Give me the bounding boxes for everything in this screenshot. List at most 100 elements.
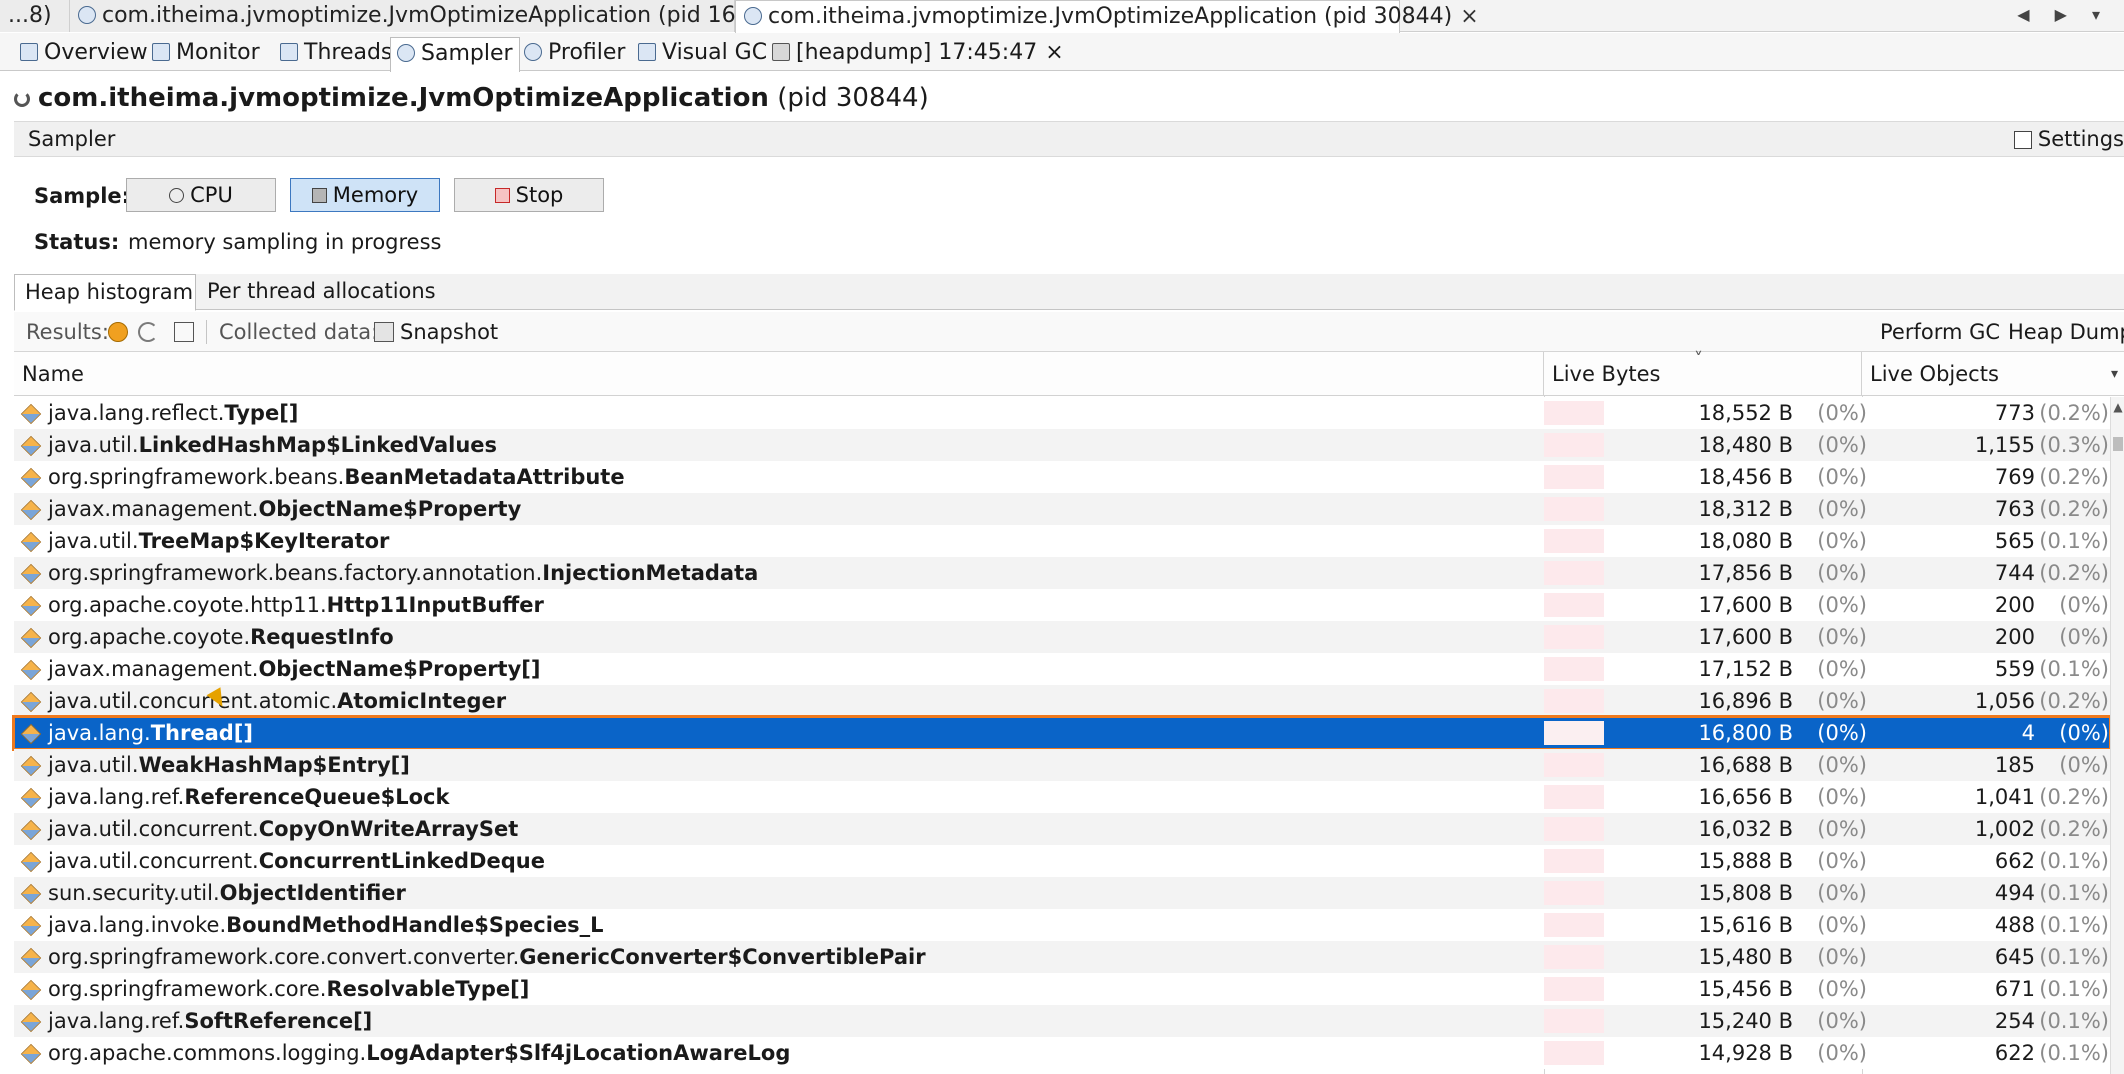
- tab-threads[interactable]: Threads: [274, 37, 398, 71]
- live-objects-cell: 773: [1994, 401, 2035, 425]
- app-icon: [744, 7, 762, 25]
- live-objects-percent: (0.1%): [2039, 529, 2109, 553]
- tab-heapdump[interactable]: [heapdump] 17:45:47 ×: [766, 37, 1070, 71]
- visual-gc-icon: [638, 43, 656, 61]
- class-name-cell: org.springframework.core.convert.convert…: [14, 941, 1544, 973]
- live-objects-cell: 1,155: [1974, 433, 2035, 457]
- close-icon[interactable]: ×: [1460, 4, 1478, 29]
- class-name: ReferenceQueue$Lock: [184, 785, 450, 809]
- refresh-icon[interactable]: [138, 322, 158, 342]
- live-bytes-percent: (0%): [1817, 433, 1867, 457]
- class-name-cell: java.lang.reflect.Type[]: [14, 397, 1544, 429]
- table-row[interactable]: org.apache.coyote.RequestInfo 17,600 B (0%…: [14, 621, 2110, 653]
- table-row[interactable]: java.util.TreeMap$KeyIterator 18,080 B (0%…: [14, 525, 2110, 557]
- settings-checkbox[interactable]: [2013, 131, 2032, 149]
- live-objects-percent: (0.1%): [2039, 657, 2109, 681]
- live-bytes-percent: (0%): [1817, 945, 1867, 969]
- window-tab-0[interactable]: ...8): [0, 0, 70, 32]
- class-icon: [20, 627, 42, 649]
- window-tab-1[interactable]: com.itheima.jvmoptimize.JvmOptimizeAppli…: [70, 0, 813, 32]
- table-row[interactable]: org.springframework.core.ResolvableType[…: [14, 973, 2110, 1005]
- heap-dump-button[interactable]: Heap Dump: [2008, 312, 2124, 352]
- live-bytes-bar: [1544, 881, 1604, 905]
- tab-monitor[interactable]: Monitor: [146, 37, 266, 71]
- table-row[interactable]: javax.management.ObjectName$Property[] 17…: [14, 653, 2110, 685]
- snapshot-button[interactable]: Snapshot: [400, 312, 498, 352]
- tab-visual-gc[interactable]: Visual GC: [632, 37, 773, 71]
- results-toolbar: Results: Collected data: Snapshot Perfor…: [14, 312, 2124, 352]
- tab-per-thread-allocations[interactable]: Per thread allocations: [197, 274, 446, 310]
- tab-scroll-arrows[interactable]: ◀ ▶ ▾: [2017, 0, 2110, 30]
- scroll-up-icon[interactable]: ▲: [2111, 397, 2124, 417]
- live-objects-cell: 662: [1994, 849, 2035, 873]
- table-row[interactable]: java.lang.ref.SoftReference[] 15,240 B (0%…: [14, 1005, 2110, 1037]
- table-row[interactable]: org.apache.coyote.http11.Http11InputBuff…: [14, 589, 2110, 621]
- live-objects-cell: 254: [1994, 1009, 2035, 1033]
- cpu-button[interactable]: CPU: [126, 178, 276, 212]
- vertical-scrollbar[interactable]: ▲: [2110, 397, 2124, 1074]
- window-tab-2[interactable]: com.itheima.jvmoptimize.JvmOptimizeAppli…: [735, 0, 1479, 33]
- package-name: java.lang.reflect.: [48, 401, 225, 425]
- live-bytes-cell: 17,600 B: [1698, 593, 1793, 617]
- column-header-live-objects[interactable]: Live Objects ▾: [1862, 352, 2124, 396]
- table-row[interactable]: java.util.concurrent.atomic.AtomicIntege…: [14, 685, 2110, 717]
- table-row[interactable]: javax.management.ObjectName$Property 18,3…: [14, 493, 2110, 525]
- class-icon: [20, 979, 42, 1001]
- tab-label: Overview: [44, 40, 148, 65]
- delta-icon[interactable]: [174, 322, 194, 342]
- live-objects-percent: (0.2%): [2039, 401, 2109, 425]
- memory-button[interactable]: Memory: [290, 178, 440, 212]
- table-row[interactable]: org.apache.commons.logging.LogAdapter$Sl…: [14, 1037, 2110, 1069]
- tab-sampler[interactable]: Sampler: [390, 37, 520, 72]
- live-objects-percent: (0%): [2059, 753, 2109, 777]
- scroll-thumb[interactable]: [2113, 437, 2123, 451]
- live-bytes-bar: [1544, 433, 1604, 457]
- column-header-name[interactable]: Name: [14, 352, 1544, 396]
- live-bytes-cell: 15,480 B: [1698, 945, 1793, 969]
- live-objects-cell: 645: [1994, 945, 2035, 969]
- tab-overview[interactable]: Overview: [14, 37, 154, 71]
- table-row[interactable]: org.springframework.beans.factory.annota…: [14, 557, 2110, 589]
- package-name: java.util.concurrent.atomic.: [48, 689, 338, 713]
- table-row[interactable]: org.springframework.core.convert.convert…: [14, 941, 2110, 973]
- live-objects-percent: (0%): [2059, 721, 2109, 745]
- stop-icon: [494, 188, 510, 203]
- class-name-cell: java.util.concurrent.atomic.AtomicIntege…: [14, 685, 1544, 717]
- class-name-cell: java.util.concurrent.ConcurrentLinkedDeq…: [14, 845, 1544, 877]
- table-row[interactable]: java.util.concurrent.ConcurrentLinkedDeq…: [14, 845, 2110, 877]
- tab-label: Per thread allocations: [207, 279, 436, 303]
- live-objects-percent: (0.1%): [2039, 1041, 2109, 1065]
- perform-gc-button[interactable]: Perform GC: [1880, 312, 2000, 352]
- table-row[interactable]: java.lang.Thread[] 16,800 B (0%) 4 (0%): [12, 715, 2112, 751]
- table-row[interactable]: java.lang.invoke.BoundMethodHandle$Speci…: [14, 909, 2110, 941]
- sort-descending-icon: ˅: [1694, 349, 1703, 370]
- column-header-live-bytes[interactable]: Live Bytes ˅: [1544, 349, 1862, 396]
- table-row[interactable]: java.util.concurrent.CopyOnWriteArraySet…: [14, 813, 2110, 845]
- close-icon[interactable]: ×: [1045, 40, 1063, 65]
- histogram-table: java.lang.reflect.Type[] 18,552 B (0%) 773(…: [12, 397, 2112, 1069]
- settings-toggle[interactable]: Settings: [2013, 122, 2124, 156]
- live-bytes-bar: [1544, 689, 1604, 713]
- live-bytes-bar: [1544, 1041, 1604, 1065]
- table-row[interactable]: java.util.LinkedHashMap$LinkedValues 18,4…: [14, 429, 2110, 461]
- class-name-cell: javax.management.ObjectName$Property[]: [14, 653, 1544, 685]
- tab-profiler[interactable]: Profiler: [518, 37, 631, 71]
- tab-heap-histogram[interactable]: Heap histogram: [14, 274, 196, 311]
- class-icon: [20, 915, 42, 937]
- table-row[interactable]: java.lang.reflect.Type[] 18,552 B (0%) 773(…: [14, 397, 2110, 429]
- class-icon: [20, 723, 42, 745]
- live-bytes-cell: 18,312 B: [1698, 497, 1793, 521]
- table-row[interactable]: org.springframework.beans.BeanMetadataAt…: [14, 461, 2110, 493]
- table-row[interactable]: java.util.WeakHashMap$Entry[] 16,688 B (0%…: [14, 749, 2110, 781]
- class-name-cell: java.lang.Thread[]: [14, 717, 1544, 749]
- table-row[interactable]: sun.security.util.ObjectIdentifier 15,808…: [14, 877, 2110, 909]
- column-menu-icon[interactable]: ▾: [2111, 352, 2118, 396]
- table-row[interactable]: java.lang.ref.ReferenceQueue$Lock 16,656 …: [14, 781, 2110, 813]
- stop-button[interactable]: Stop: [454, 178, 604, 212]
- pause-icon[interactable]: [108, 322, 128, 342]
- live-objects-percent: (0.2%): [2039, 689, 2109, 713]
- tab-label: Threads: [304, 40, 393, 65]
- package-name: java.lang.ref.: [48, 1009, 185, 1033]
- class-name: BoundMethodHandle$Species_L: [226, 913, 604, 937]
- package-name: org.apache.commons.logging.: [48, 1041, 367, 1065]
